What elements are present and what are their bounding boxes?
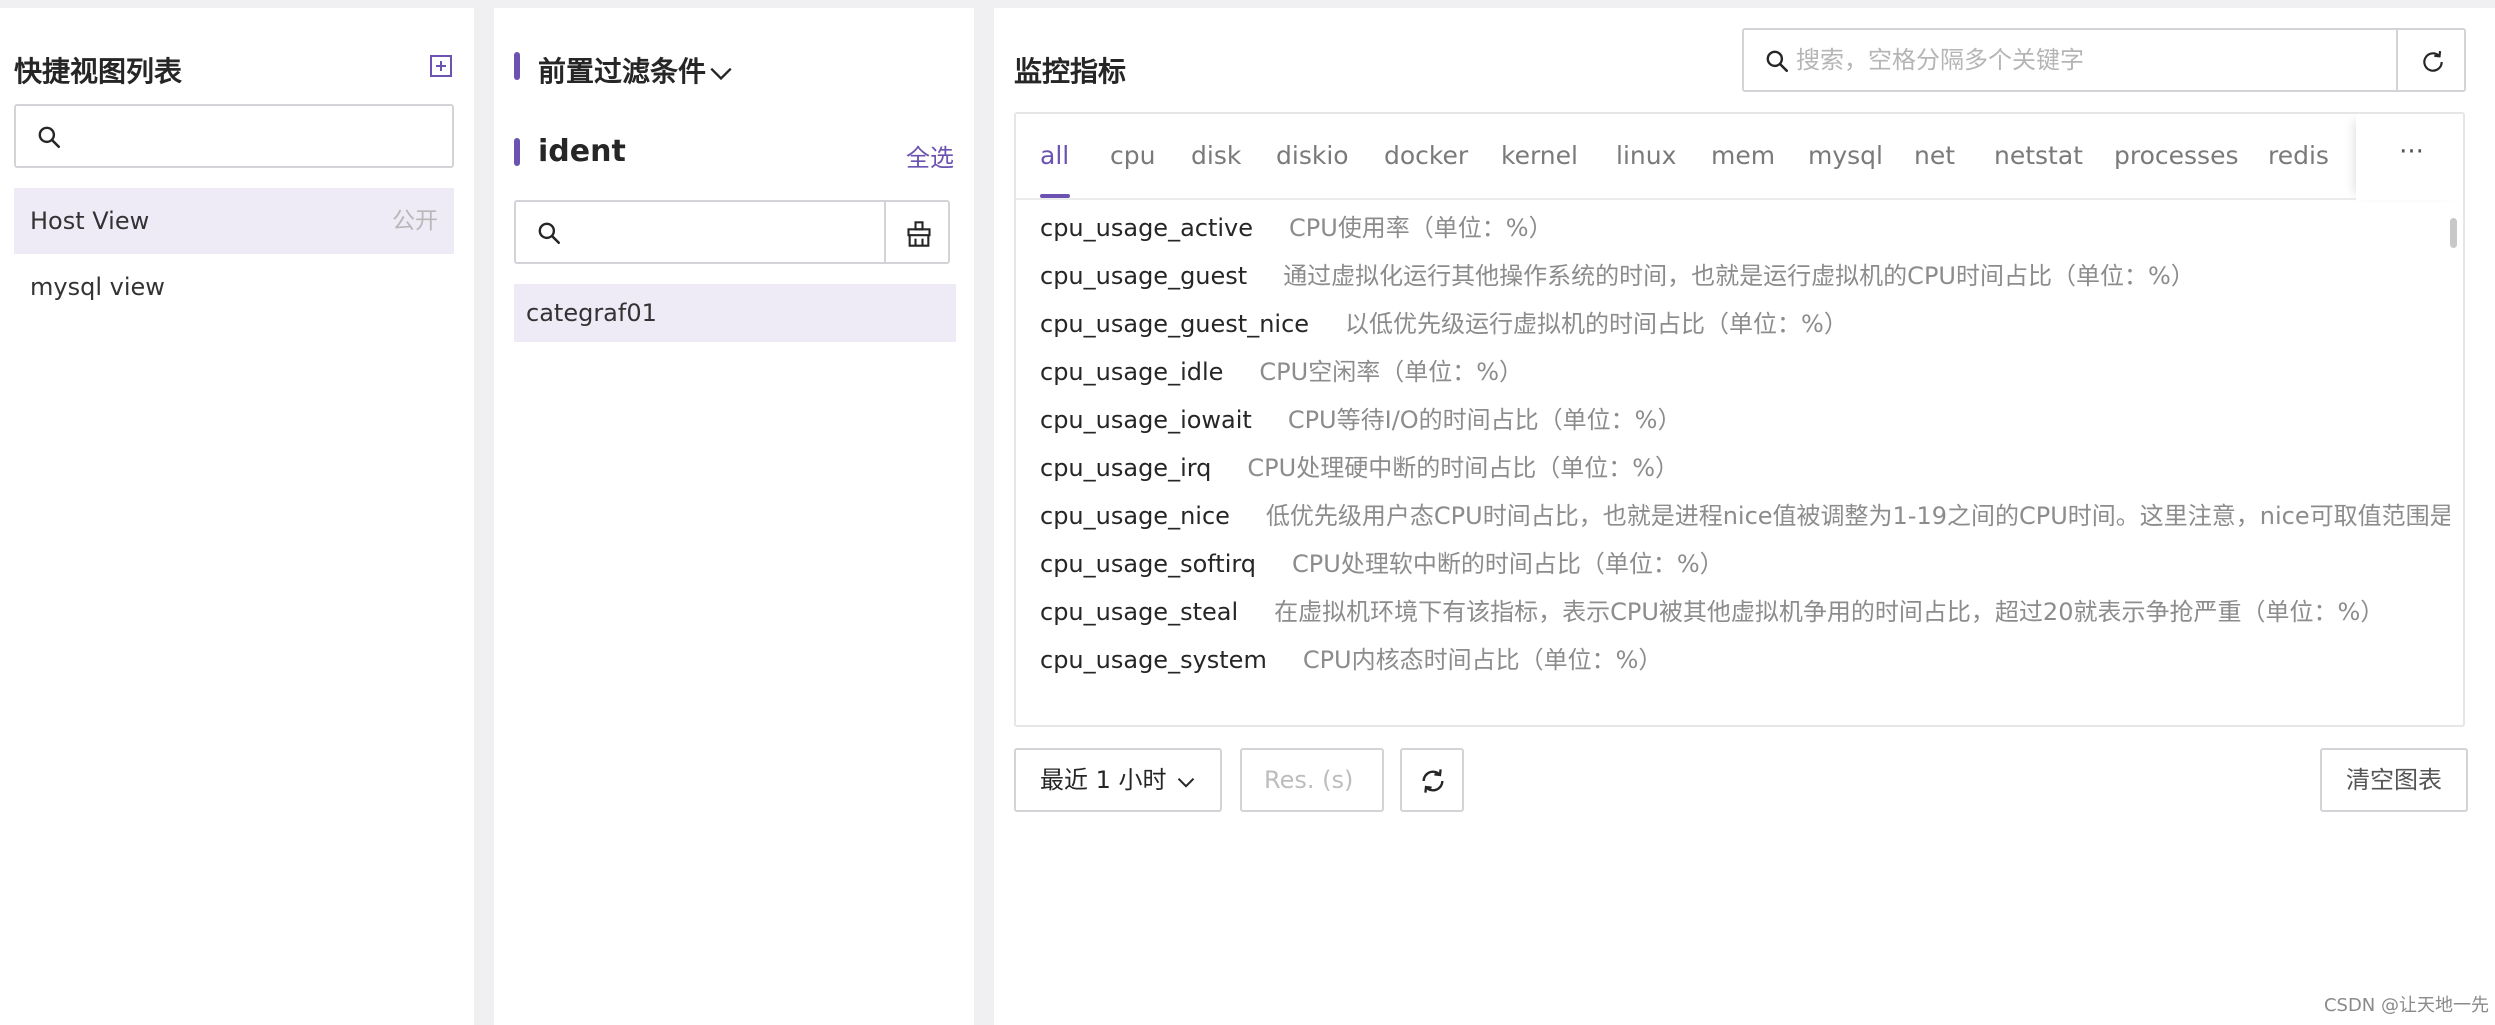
more-tabs-button[interactable]: ··· <box>2356 114 2463 200</box>
refresh-metrics-button[interactable] <box>2396 28 2466 92</box>
metric-description: 以低优先级运行虚拟机的时间占比（单位：%） <box>1345 310 1848 338</box>
chevron-down-icon <box>1177 777 1195 788</box>
view-item-host-view[interactable]: Host View 公开 <box>14 188 454 254</box>
metric-row[interactable]: cpu_usage_iowait CPU等待I/O的时间占比（单位：%） <box>1040 396 2450 444</box>
quick-view-panel: 快捷视图列表 Host View 公开 mysql view <box>0 8 474 1025</box>
tab-net[interactable]: net <box>1914 114 1955 200</box>
metric-name: cpu_usage_iowait <box>1040 406 1252 434</box>
metric-name: cpu_usage_guest_nice <box>1040 310 1310 338</box>
metric-row[interactable]: cpu_usage_softirq CPU处理软中断的时间占比（单位：%） <box>1040 540 2450 588</box>
view-item-mysql-view[interactable]: mysql view <box>14 254 454 320</box>
time-range-label: 最近 1 小时 <box>1040 766 1167 794</box>
accent-bar <box>514 138 520 166</box>
resolution-input[interactable] <box>1240 748 1384 812</box>
refresh-icon <box>1422 769 1444 793</box>
metrics-panel: 监控指标 all cpu disk diskio docker kernel l… <box>994 8 2495 1025</box>
tab-docker[interactable]: docker <box>1384 114 1468 200</box>
clear-charts-button[interactable]: 清空图表 <box>2320 748 2468 812</box>
refresh-chart-button[interactable] <box>1400 748 1464 812</box>
metric-description: CPU使用率（单位：%） <box>1289 214 1553 242</box>
tab-cpu[interactable]: cpu <box>1110 114 1155 200</box>
metric-name: cpu_usage_system <box>1040 646 1267 674</box>
metric-name: cpu_usage_active <box>1040 214 1254 242</box>
metric-row[interactable]: cpu_usage_irq CPU处理硬中断的时间占比（单位：%） <box>1040 444 2450 492</box>
metric-description: 在虚拟机环境下有该指标，表示CPU被其他虚拟机争用的时间占比，超过20就表示争抢… <box>1274 598 2385 626</box>
metric-description: CPU内核态时间占比（单位：%） <box>1302 646 1663 674</box>
metric-description: CPU等待I/O的时间占比（单位：%） <box>1287 406 1682 434</box>
prefilter-toggle[interactable]: 前置过滤条件 <box>538 50 734 90</box>
accent-bar <box>514 52 520 80</box>
metric-name: cpu_usage_guest <box>1040 262 1248 290</box>
search-icon <box>1766 50 1789 73</box>
search-icon <box>38 126 61 149</box>
plus-square-icon[interactable] <box>429 54 453 78</box>
metric-row[interactable]: cpu_usage_active CPU使用率（单位：%） <box>1040 204 2450 252</box>
time-range-select[interactable]: 最近 1 小时 <box>1014 748 1222 812</box>
select-all-link[interactable]: 全选 <box>906 138 954 173</box>
tab-linux[interactable]: linux <box>1616 114 1676 200</box>
view-item-label: mysql view <box>30 273 165 301</box>
metric-name: cpu_usage_nice <box>1040 502 1230 530</box>
prefilter-title: 前置过滤条件 <box>538 55 707 88</box>
metric-row[interactable]: cpu_usage_guest_nice 以低优先级运行虚拟机的时间占比（单位：%… <box>1040 300 2450 348</box>
metric-name: cpu_usage_softirq <box>1040 550 1257 578</box>
metric-name: cpu_usage_idle <box>1040 358 1224 386</box>
ident-search-input[interactable] <box>514 200 886 264</box>
tab-mem[interactable]: mem <box>1711 114 1775 200</box>
ident-label: ident <box>538 134 626 169</box>
metric-description: CPU处理硬中断的时间占比（单位：%） <box>1247 454 1680 482</box>
tab-diskio[interactable]: diskio <box>1276 114 1349 200</box>
scrollbar-thumb[interactable] <box>2450 218 2457 248</box>
tab-netstat[interactable]: netstat <box>1994 114 2083 200</box>
metrics-title: 监控指标 <box>1014 55 1127 88</box>
public-tag: 公开 <box>392 208 438 234</box>
metric-search-field[interactable] <box>1796 40 2376 80</box>
watermark: CSDN @让天地一先 <box>2323 995 2489 1016</box>
clear-icon <box>907 221 931 247</box>
metric-row[interactable]: cpu_usage_nice 低优先级用户态CPU时间占比，也就是进程nice值被… <box>1040 492 2450 540</box>
refresh-icon <box>2423 51 2443 72</box>
tab-redis[interactable]: redis <box>2268 114 2329 200</box>
tab-kernel[interactable]: kernel <box>1501 114 1578 200</box>
metric-row[interactable]: cpu_usage_steal 在虚拟机环境下有该指标，表示CPU被其他虚拟机争用… <box>1040 588 2450 636</box>
view-item-label: Host View <box>30 207 150 235</box>
resolution-field[interactable] <box>1264 760 1374 800</box>
clear-filter-button[interactable] <box>884 200 950 264</box>
metric-list: cpu_usage_active CPU使用率（单位：%） cpu_usage_g… <box>1016 200 2456 725</box>
metric-description: 低优先级用户态CPU时间占比，也就是进程nice值被调整为1-19之间的CPU时… <box>1265 502 2450 530</box>
metric-card: all cpu disk diskio docker kernel linux … <box>1014 112 2465 727</box>
ident-item[interactable]: categraf01 <box>514 284 956 342</box>
tab-mysql[interactable]: mysql <box>1808 114 1883 200</box>
tab-processes[interactable]: processes <box>2114 114 2238 200</box>
metric-row[interactable]: cpu_usage_guest 通过虚拟化运行其他操作系统的时间，也就是运行虚拟机… <box>1040 252 2450 300</box>
metric-row[interactable]: cpu_usage_idle CPU空闲率（单位：%） <box>1040 348 2450 396</box>
view-search-input[interactable] <box>14 104 454 168</box>
quick-view-title: 快捷视图列表 <box>14 55 183 88</box>
metric-description: 通过虚拟化运行其他操作系统的时间，也就是运行虚拟机的CPU时间占比（单位：%） <box>1283 262 2195 290</box>
search-icon <box>538 222 561 245</box>
metric-description: CPU空闲率（单位：%） <box>1259 358 1524 386</box>
metric-name: cpu_usage_irq <box>1040 454 1212 482</box>
active-tab-indicator <box>1040 194 1070 198</box>
metric-name: cpu_usage_steal <box>1040 598 1239 626</box>
tab-disk[interactable]: disk <box>1191 114 1241 200</box>
metric-tabs: all cpu disk diskio docker kernel linux … <box>1016 114 2356 200</box>
tab-all[interactable]: all <box>1040 114 1069 200</box>
metric-search-input[interactable] <box>1742 28 2398 92</box>
metric-description: CPU处理软中断的时间占比（单位：%） <box>1292 550 1724 578</box>
chevron-down-icon <box>710 67 732 81</box>
metric-row[interactable]: cpu_usage_system CPU内核态时间占比（单位：%） <box>1040 636 2450 684</box>
prefilter-panel: 前置过滤条件 ident 全选 categraf01 <box>494 8 974 1025</box>
